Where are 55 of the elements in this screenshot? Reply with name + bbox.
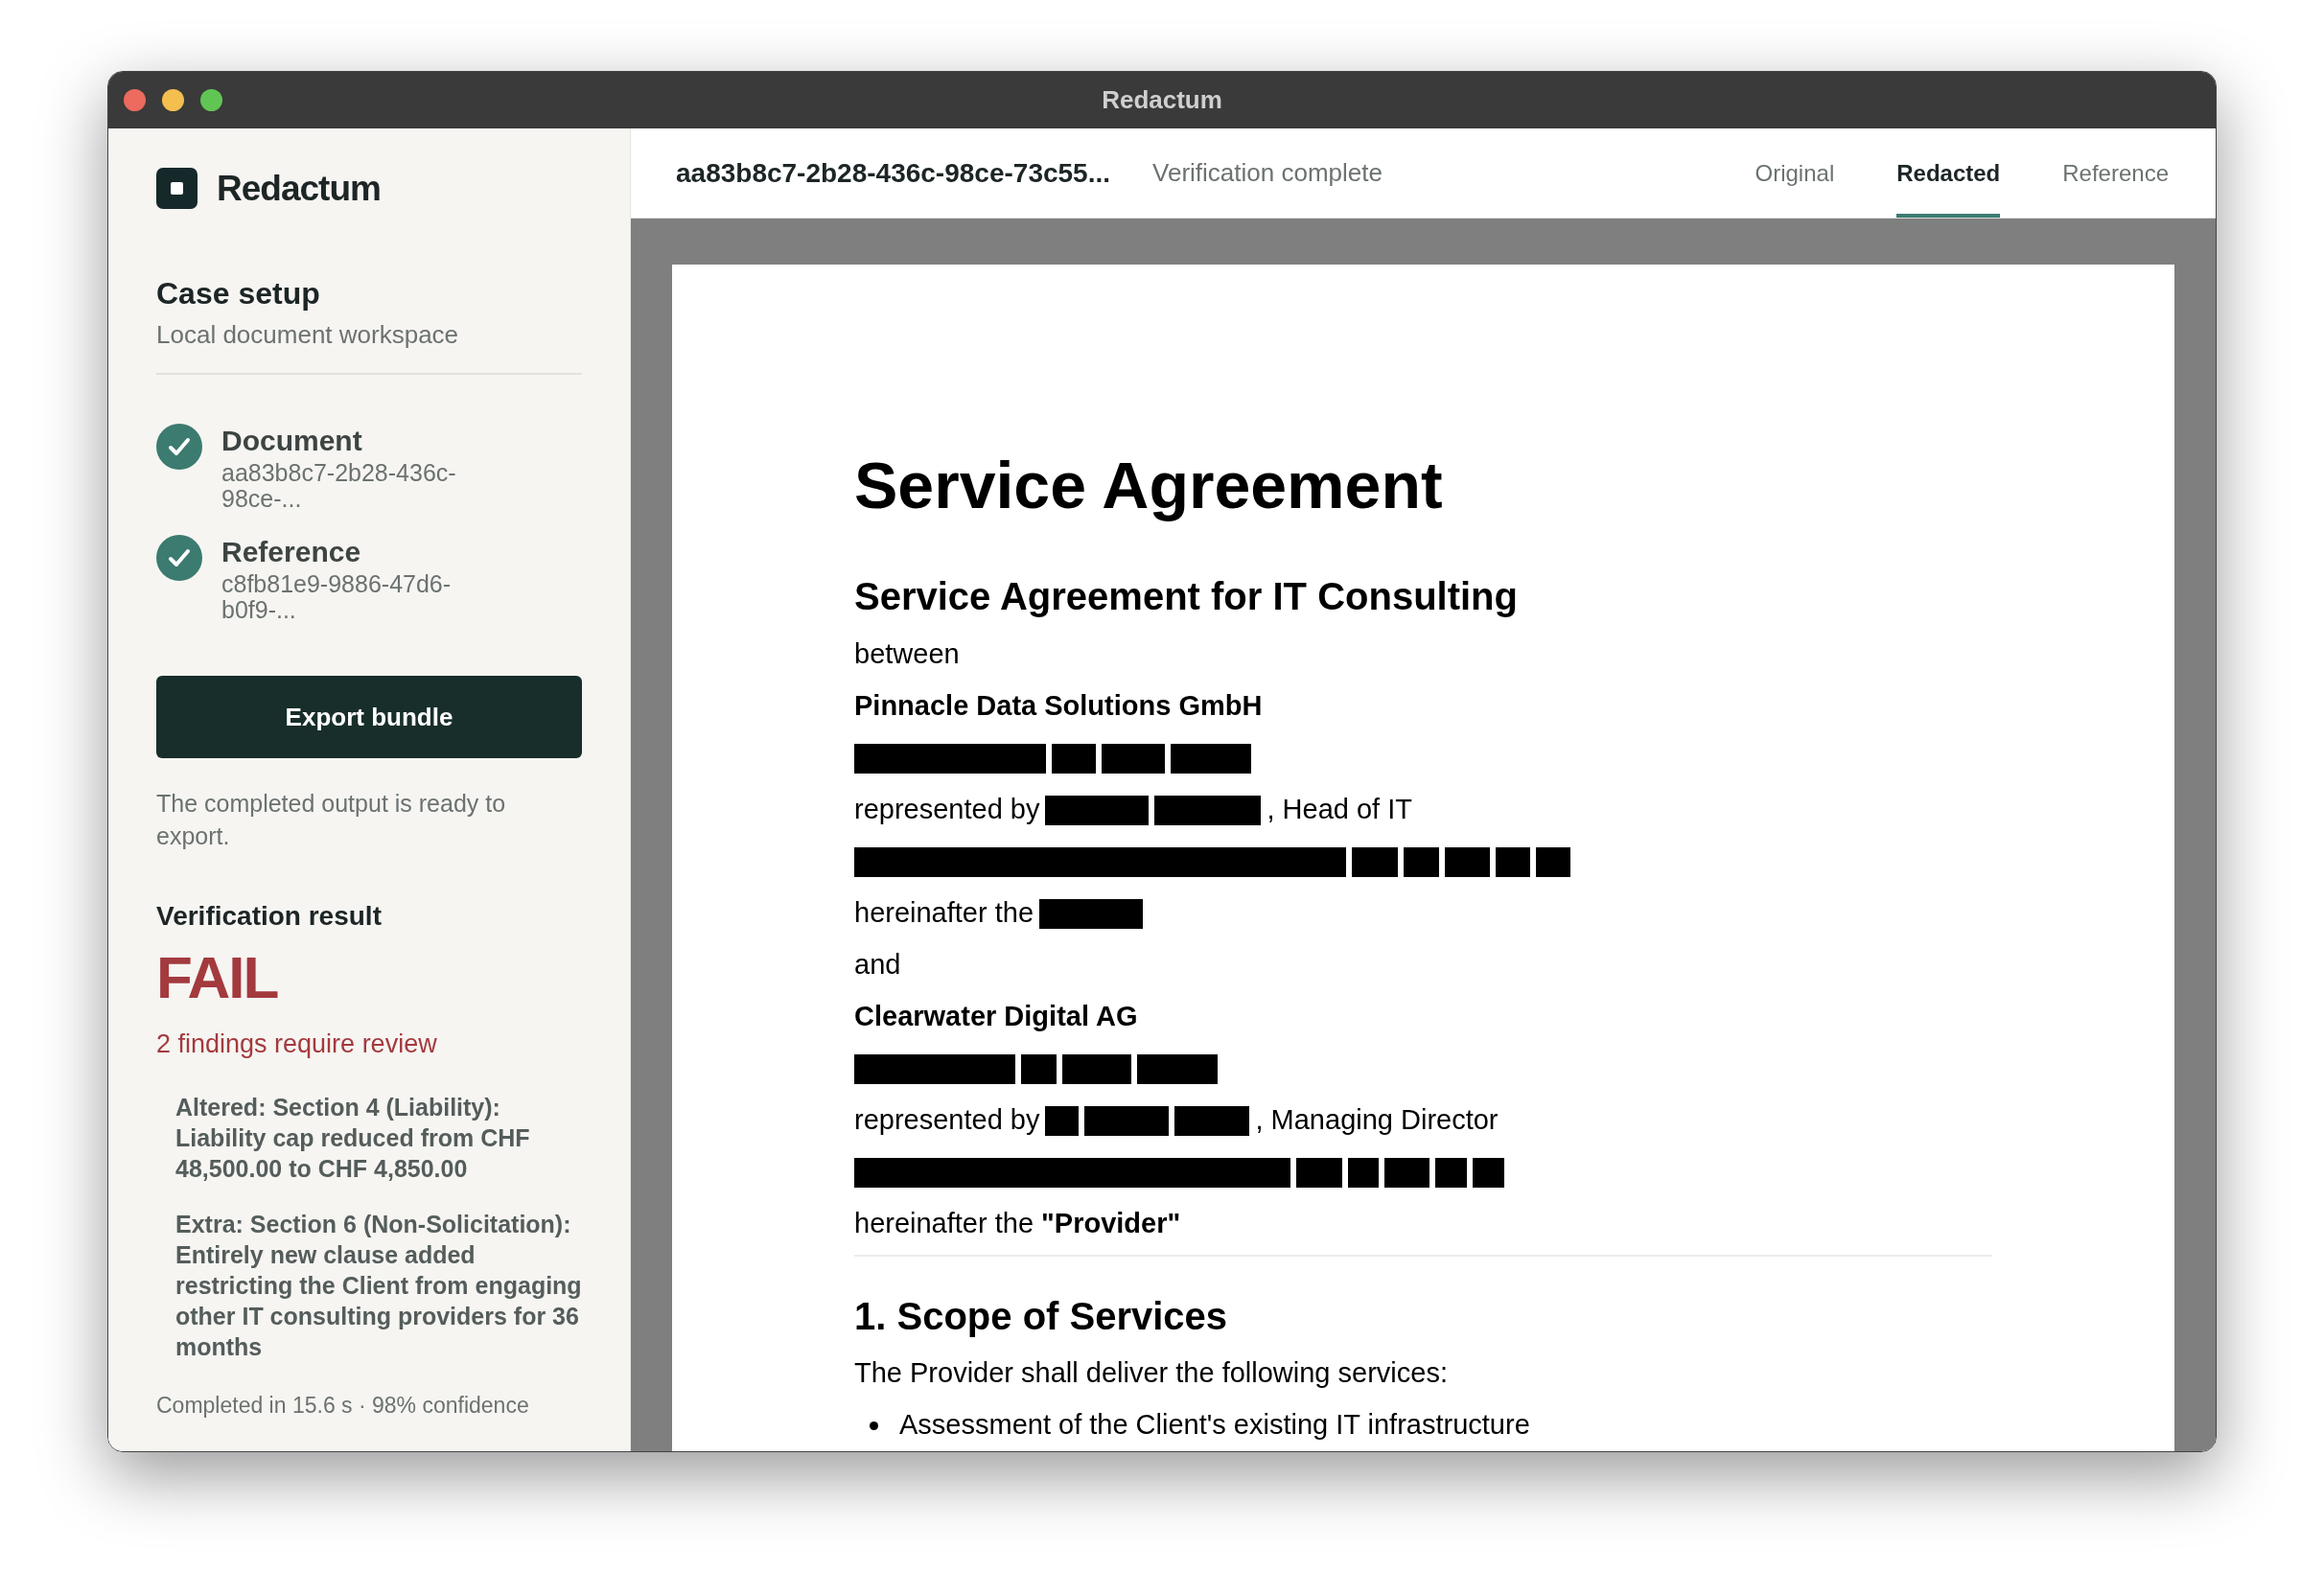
verification-heading: Verification result — [156, 900, 383, 933]
document-text: represented by — [854, 793, 1040, 827]
document-text: , Managing Director — [1255, 1103, 1499, 1138]
redaction-bar — [1348, 1157, 1379, 1188]
input-id: aa83b8c7-2b28-436c-98ce-... — [221, 460, 457, 512]
redaction-bar — [1435, 1157, 1467, 1188]
redaction-bar — [1052, 743, 1096, 774]
section-title: Case setup — [156, 275, 321, 312]
findings-summary: 2 findings require review — [156, 1029, 438, 1059]
status-text: Verification complete — [1152, 157, 1383, 189]
document-text: between — [854, 637, 960, 672]
redaction-bar — [1062, 1053, 1131, 1084]
redaction-bar — [1021, 1053, 1057, 1084]
finding-text: Extra: Section 6 (Non-Solicitation): Entirely new clause added restricting the Client from engaging other IT consulting providers for 36 months — [175, 1210, 582, 1362]
document-text: and — [854, 948, 901, 982]
redaction-bar — [1384, 1157, 1429, 1188]
view-tab[interactable]: Reference — [2062, 128, 2169, 218]
redaction-bar — [1496, 846, 1530, 877]
view-tab[interactable]: Original — [1755, 128, 1835, 218]
document-heading: Service Agreement for IT Consulting — [854, 574, 1519, 619]
redaction-bar — [1473, 1157, 1504, 1188]
redaction-bar — [1445, 846, 1490, 877]
completion-info: Completed in 15.6 s · 98% confidence — [156, 1392, 530, 1420]
document-title: Service Agreement — [854, 448, 1444, 523]
input-label: Document — [221, 424, 363, 458]
redaction-bar — [1102, 743, 1165, 774]
document-text: hereinafter the "Provider" — [854, 1207, 1181, 1241]
verification-result: FAIL — [156, 946, 279, 1009]
brand-name: Redactum — [217, 167, 381, 210]
redaction-bar — [1352, 846, 1398, 877]
zoom-button[interactable] — [200, 89, 222, 111]
document-id: aa83b8c7-2b28-436c-98ce-73c55... — [676, 156, 1110, 190]
section-heading: 1. Scope of Services — [854, 1294, 1229, 1339]
input-id: c8fb81e9-9886-47d6-b0f9-... — [221, 571, 453, 623]
redaction-bar — [1536, 846, 1570, 877]
document-text: represented by — [854, 1103, 1040, 1138]
redaction-bar — [1296, 1157, 1342, 1188]
export-button[interactable]: Export bundle — [156, 676, 582, 758]
export-note: The completed output is ready to export. — [156, 789, 507, 851]
redaction-bar — [1045, 1105, 1080, 1136]
document-text: hereinafter the — [854, 896, 1034, 931]
logo-icon — [156, 168, 198, 209]
close-button[interactable] — [124, 89, 146, 111]
redaction-bar — [1404, 846, 1439, 877]
party-name: Clearwater Digital AG — [854, 1000, 1138, 1034]
bullet-text: Assessment of the Client's existing IT infrastructure — [899, 1408, 1530, 1443]
bullet-icon — [870, 1421, 878, 1430]
minimize-button[interactable] — [162, 89, 184, 111]
window-title: Redactum — [1102, 84, 1222, 116]
document-text: , Head of IT — [1267, 793, 1412, 827]
party-name: Pinnacle Data Solutions GmbH — [854, 689, 1263, 724]
input-label: Reference — [221, 535, 362, 569]
section-subtitle: Local document workspace — [156, 319, 460, 350]
finding-text: Altered: Section 4 (Liability): Liability cap reduced from CHF 48,500.00 to CHF 4,850.00 — [175, 1093, 531, 1184]
document-text: The Provider shall deliver the following services: — [854, 1356, 1448, 1391]
